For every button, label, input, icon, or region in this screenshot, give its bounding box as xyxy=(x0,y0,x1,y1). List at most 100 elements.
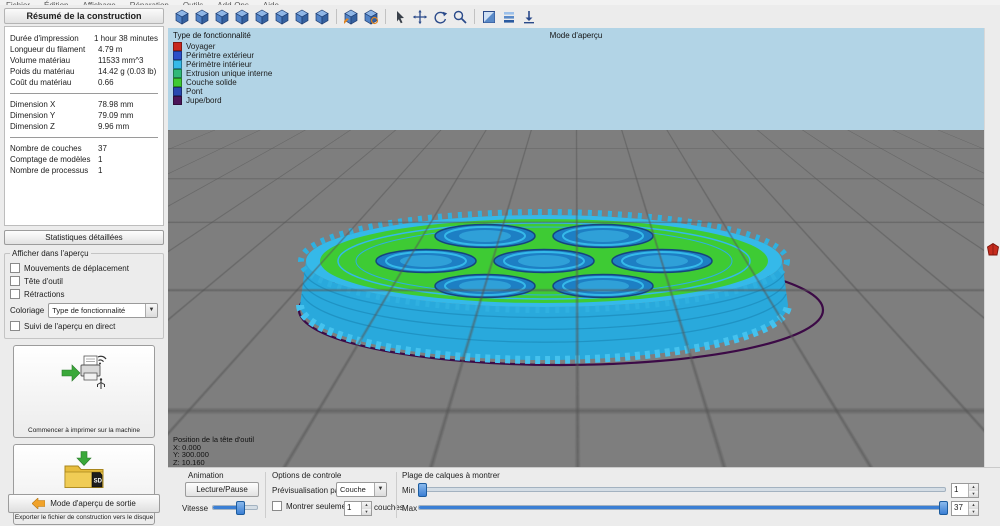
zoom-tool-icon[interactable] xyxy=(451,8,469,26)
view-front-icon[interactable] xyxy=(233,8,251,26)
show-only-row: Montrer seulement xyxy=(272,501,353,511)
live-preview-label: Suivi de l'aperçu en direct xyxy=(24,322,115,331)
stat-value: 1 xyxy=(98,154,158,165)
pan-tool-icon[interactable] xyxy=(411,8,429,26)
legend-item: Couche solide xyxy=(173,78,272,87)
export-build-label: Exporter le fichier de construction vers… xyxy=(15,514,153,521)
color-swatch xyxy=(173,87,182,96)
toolhead-checkbox[interactable] xyxy=(10,276,20,286)
stat-row: Nombre de processus1 xyxy=(10,165,158,176)
legend-label: Voyager xyxy=(186,42,215,51)
exit-preview-mode-button[interactable]: Mode d'aperçu de sortie xyxy=(8,494,160,513)
position-z: Z: 10.160 xyxy=(173,459,254,467)
stat-label: Dimension Y xyxy=(10,110,98,121)
view-top-icon[interactable] xyxy=(193,8,211,26)
legend-label: Couche solide xyxy=(186,78,237,87)
stat-label: Durée d'impression xyxy=(10,33,94,44)
stat-row: Coût du matériau0.66 xyxy=(10,77,158,88)
toolhead-row: Tête d'outil xyxy=(10,276,158,286)
legend-label: Périmètre intérieur xyxy=(186,60,252,69)
view-right-icon[interactable] xyxy=(293,8,311,26)
max-layer-value: 37 xyxy=(952,502,968,515)
spin-down-icon[interactable]: ▼ xyxy=(969,491,978,498)
animation-title: Animation xyxy=(188,471,224,480)
coloring-row: Coloriage Type de fonctionnalité ▼ xyxy=(10,303,158,318)
toolhead-position-readout: Position de la tête d'outil X: 0.000 Y: … xyxy=(173,436,254,466)
legend-item: Périmètre extérieur xyxy=(173,51,272,60)
view-isometric-icon[interactable] xyxy=(313,8,331,26)
preview-mode-label: Mode d'aperçu xyxy=(168,31,984,40)
show-only-checkbox[interactable] xyxy=(272,501,282,511)
show-only-label: Montrer seulement xyxy=(286,502,353,511)
min-layer-slider[interactable] xyxy=(418,483,946,495)
layer-preview-tool-icon[interactable] xyxy=(500,8,518,26)
max-layer-slider[interactable] xyxy=(418,501,946,513)
download-toolpaths-icon[interactable] xyxy=(520,8,538,26)
stat-row: Dimension X78.98 mm xyxy=(10,99,158,110)
max-layer-spinner[interactable]: 37 ▲▼ xyxy=(951,501,979,516)
app-window: Fichier Édition Affichage Réparation Out… xyxy=(0,0,1000,526)
legend-label: Extrusion unique interne xyxy=(186,69,272,78)
control-options-title: Options de controle xyxy=(272,471,341,480)
view-bottom-icon[interactable] xyxy=(213,8,231,26)
travel-moves-checkbox[interactable] xyxy=(10,263,20,273)
controls-separator xyxy=(265,472,266,518)
legend-item: Périmètre intérieur xyxy=(173,60,272,69)
exit-preview-mode-label: Mode d'aperçu de sortie xyxy=(50,499,136,508)
divider xyxy=(10,93,158,94)
toolbar-separator xyxy=(385,9,386,24)
travel-moves-label: Mouvements de déplacement xyxy=(24,264,129,273)
retractions-checkbox[interactable] xyxy=(10,289,20,299)
sd-folder-icon: SD xyxy=(59,451,109,491)
cross-section-tool-icon[interactable] xyxy=(480,8,498,26)
chevron-down-icon: ▼ xyxy=(145,304,157,317)
detailed-stats-button[interactable]: Statistiques détaillées xyxy=(4,230,164,245)
fit-to-view-icon[interactable] xyxy=(362,8,380,26)
speed-label: Vitesse xyxy=(182,504,208,513)
spinner-arrows[interactable]: ▲▼ xyxy=(361,502,371,515)
start-print-button[interactable]: Commencer à imprimer sur la machine xyxy=(13,345,155,438)
divider xyxy=(10,137,158,138)
stat-row: Comptage de modèles1 xyxy=(10,154,158,165)
view-back-icon[interactable] xyxy=(253,8,271,26)
stat-row: Volume matériau11533 mm^3 xyxy=(10,55,158,66)
viewport-3d[interactable]: Type de fonctionnalité Voyager Périmètre… xyxy=(168,28,984,467)
legend-item: Jupe/bord xyxy=(173,96,272,105)
min-layer-spinner[interactable]: 1 ▲▼ xyxy=(951,483,979,498)
stat-label: Nombre de processus xyxy=(10,165,98,176)
retractions-row: Rétractions xyxy=(10,289,158,299)
travel-moves-row: Mouvements de déplacement xyxy=(10,263,158,273)
models-panel-icon[interactable] xyxy=(987,243,999,256)
spinner-arrows[interactable]: ▲▼ xyxy=(968,484,978,497)
color-swatch xyxy=(173,96,182,105)
rotate-view-tool-icon[interactable] xyxy=(431,8,449,26)
coloring-label: Coloriage xyxy=(10,306,44,315)
play-pause-button[interactable]: Lecture/Pause xyxy=(185,482,259,497)
select-tool-icon[interactable] xyxy=(391,8,409,26)
stat-label: Comptage de modèles xyxy=(10,154,98,165)
reset-view-icon[interactable] xyxy=(342,8,360,26)
preview-by-value: Couche xyxy=(340,485,374,494)
stat-row: Durée d'impression1 hour 38 minutes xyxy=(10,33,158,44)
live-preview-checkbox[interactable] xyxy=(10,321,20,331)
speed-slider[interactable] xyxy=(212,501,258,513)
spinner-arrows[interactable]: ▲▼ xyxy=(968,502,978,515)
spin-down-icon[interactable]: ▼ xyxy=(362,509,371,516)
preview-by-dropdown[interactable]: Couche ▼ xyxy=(336,482,387,497)
legend-item: Pont xyxy=(173,87,272,96)
stat-value: 0.66 xyxy=(98,77,158,88)
color-swatch xyxy=(173,60,182,69)
stat-label: Nombre de couches xyxy=(10,143,98,154)
show-only-spinner[interactable]: 1 ▲▼ xyxy=(344,501,372,516)
view-toolbar xyxy=(168,5,1000,28)
stat-value: 37 xyxy=(98,143,158,154)
view-left-icon[interactable] xyxy=(273,8,291,26)
couches-label: couches xyxy=(374,503,404,512)
spin-down-icon[interactable]: ▼ xyxy=(969,509,978,516)
view-default-icon[interactable] xyxy=(173,8,191,26)
feature-type-legend: Type de fonctionnalité Voyager Périmètre… xyxy=(173,31,272,105)
min-label: Min xyxy=(402,486,415,495)
color-swatch xyxy=(173,69,182,78)
stat-value: 1 xyxy=(98,165,158,176)
coloring-dropdown[interactable]: Type de fonctionnalité ▼ xyxy=(48,303,158,318)
